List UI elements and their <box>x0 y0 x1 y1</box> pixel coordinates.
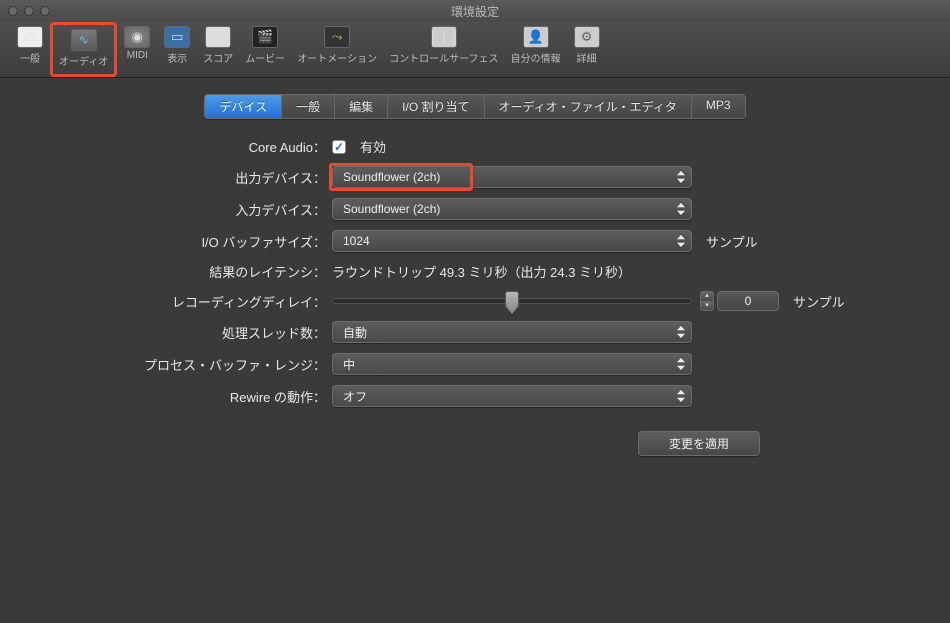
rewire-select[interactable]: オフ <box>332 385 692 407</box>
toolbar: ⎚ 一般 ∿ オーディオ ◉ MIDI ▭ 表示 ♫ スコア 🎬 ムービー ⤳ … <box>0 22 950 78</box>
toolbar-score[interactable]: ♫ スコア <box>197 22 239 77</box>
midi-icon: ◉ <box>124 26 150 48</box>
score-icon: ♫ <box>205 26 231 48</box>
sample-suffix: サンプル <box>706 232 758 251</box>
process-buffer-label: プロセス・バッファ・レンジ： <box>30 355 332 374</box>
audio-icon: ∿ <box>71 29 97 51</box>
recording-delay-label: レコーディングディレイ： <box>30 292 332 311</box>
latency-label: 結果のレイテンシ： <box>30 262 332 281</box>
tab-mp3[interactable]: MP3 <box>691 95 745 118</box>
display-icon: ▭ <box>164 26 190 48</box>
recording-delay-value[interactable]: 0 <box>717 291 779 311</box>
gear-icon: ⚙ <box>574 26 600 48</box>
chevron-up-icon[interactable]: ▴ <box>700 291 714 301</box>
core-audio-checkbox[interactable] <box>332 140 346 154</box>
movie-icon: 🎬 <box>252 26 278 48</box>
sample-suffix-2: サンプル <box>793 292 845 311</box>
sub-tabs: デバイス 一般 編集 I/O 割り当て オーディオ・ファイル・エディタ MP3 <box>30 94 920 119</box>
input-device-select[interactable]: Soundflower (2ch) <box>332 198 692 220</box>
threads-select[interactable]: 自動 <box>332 321 692 343</box>
io-buffer-label: I/O バッファサイズ： <box>30 232 332 251</box>
automation-icon: ⤳ <box>324 26 350 48</box>
toolbar-my-info[interactable]: 👤 自分の情報 <box>505 22 567 77</box>
general-icon: ⎚ <box>17 26 43 48</box>
toolbar-automation[interactable]: ⤳ オートメーション <box>291 22 383 77</box>
recording-delay-slider[interactable] <box>332 298 692 304</box>
toolbar-advanced[interactable]: ⚙ 詳細 <box>567 22 607 77</box>
latency-value: ラウンドトリップ 49.3 ミリ秒（出力 24.3 ミリ秒） <box>332 262 631 281</box>
titlebar: 環境設定 <box>0 0 950 22</box>
toolbar-movie[interactable]: 🎬 ムービー <box>239 22 291 77</box>
core-audio-label: Core Audio： <box>30 137 332 156</box>
core-audio-value: 有効 <box>360 137 386 156</box>
toolbar-audio[interactable]: ∿ オーディオ <box>50 22 117 77</box>
tab-device[interactable]: デバイス <box>205 95 281 118</box>
rewire-label: Rewire の動作： <box>30 387 332 406</box>
threads-label: 処理スレッド数： <box>30 323 332 342</box>
output-device-label: 出力デバイス： <box>30 168 332 187</box>
input-device-label: 入力デバイス： <box>30 200 332 219</box>
slider-thumb-icon[interactable] <box>505 291 519 311</box>
output-device-select[interactable]: Soundflower (2ch) <box>332 166 692 188</box>
window-title: 環境設定 <box>0 3 950 20</box>
tab-audio-file-editor[interactable]: オーディオ・ファイル・エディタ <box>484 95 691 118</box>
recording-delay-stepper[interactable]: ▴ ▾ 0 <box>700 291 779 311</box>
toolbar-control-surfaces[interactable]: ❘❘❘ コントロールサーフェス <box>383 22 504 77</box>
control-surfaces-icon: ❘❘❘ <box>431 26 457 48</box>
person-icon: 👤 <box>523 26 549 48</box>
toolbar-display[interactable]: ▭ 表示 <box>157 22 197 77</box>
apply-button[interactable]: 変更を適用 <box>638 431 760 456</box>
tab-general[interactable]: 一般 <box>281 95 334 118</box>
tab-io-assign[interactable]: I/O 割り当て <box>387 95 483 118</box>
toolbar-midi[interactable]: ◉ MIDI <box>117 22 157 77</box>
tab-edit[interactable]: 編集 <box>334 95 387 118</box>
process-buffer-select[interactable]: 中 <box>332 353 692 375</box>
toolbar-general[interactable]: ⎚ 一般 <box>10 22 50 77</box>
chevron-down-icon[interactable]: ▾ <box>700 301 714 311</box>
io-buffer-select[interactable]: 1024 <box>332 230 692 252</box>
